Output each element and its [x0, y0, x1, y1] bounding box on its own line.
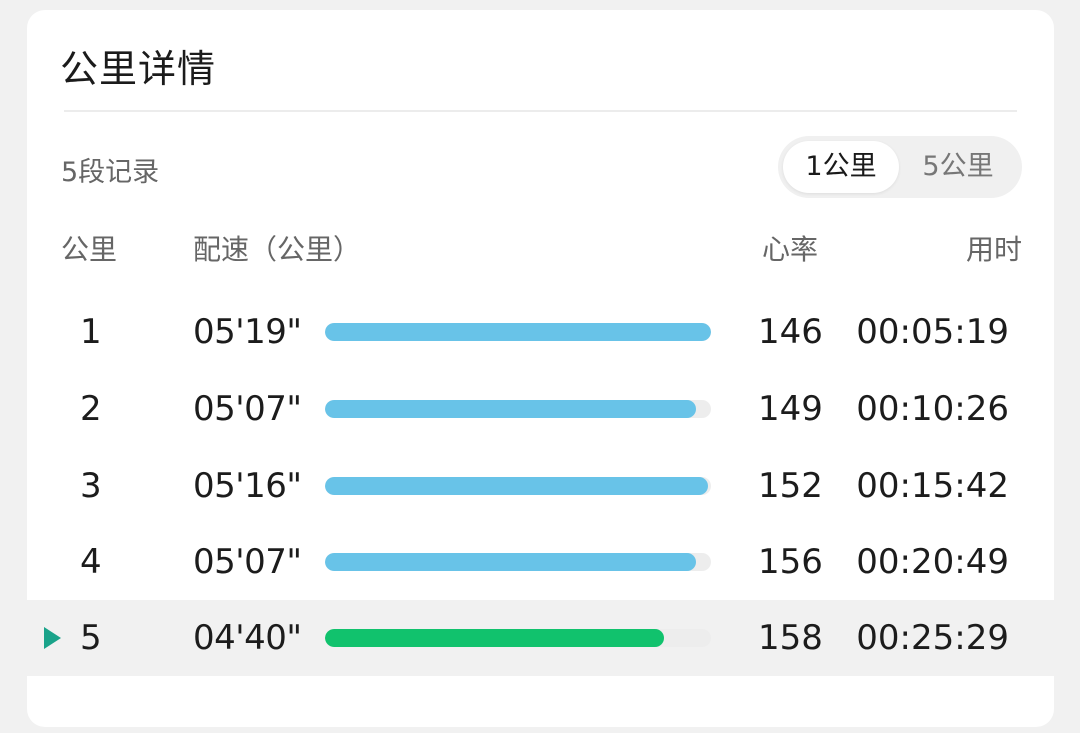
elapsed-time: 00:05:19 — [856, 312, 1009, 352]
play-triangle-icon — [44, 627, 61, 649]
table-row[interactable]: 1 05'19" 146 00:05:19 — [27, 294, 1054, 370]
column-header-km: 公里 — [61, 233, 118, 266]
pace-bar-track — [325, 629, 711, 647]
column-header-time: 用时 — [965, 233, 1022, 266]
pace-bar-track — [325, 400, 711, 418]
heart-rate-value: 152 — [758, 466, 823, 506]
record-count: 5段记录 — [61, 157, 160, 188]
card-title: 公里详情 — [60, 47, 217, 91]
km-number: 4 — [80, 542, 102, 582]
toggle-5km[interactable]: 5公里 — [900, 141, 1016, 193]
table-row[interactable]: 4 05'07" 156 00:20:49 — [27, 524, 1054, 600]
pace-bar-track — [325, 323, 711, 341]
elapsed-time: 00:15:42 — [856, 466, 1009, 506]
pace-bar — [325, 400, 697, 418]
elapsed-time: 00:10:26 — [856, 389, 1009, 429]
pace-value: 04'40" — [193, 618, 302, 658]
km-number: 2 — [80, 389, 102, 429]
pace-bar-track — [325, 477, 711, 495]
distance-toggle: 1公里 5公里 — [778, 136, 1022, 198]
pace-bar — [325, 323, 711, 341]
toggle-1km[interactable]: 1公里 — [783, 141, 899, 193]
pace-bar-track — [325, 553, 711, 571]
pace-value: 05'19" — [193, 312, 302, 352]
pace-value: 05'07" — [193, 542, 302, 582]
heart-rate-value: 158 — [758, 618, 823, 658]
pace-value: 05'07" — [193, 389, 302, 429]
table-row[interactable]: 5 04'40" 158 00:25:29 — [27, 600, 1054, 676]
pace-value: 05'16" — [193, 466, 302, 506]
km-number: 3 — [80, 466, 102, 506]
divider — [64, 110, 1017, 112]
table-row[interactable]: 3 05'16" 152 00:15:42 — [27, 448, 1054, 524]
column-header-heart-rate: 心率 — [762, 233, 819, 266]
column-header-pace: 配速（公里） — [193, 233, 362, 266]
heart-rate-value: 156 — [758, 542, 823, 582]
pace-bar — [325, 477, 708, 495]
pace-bar — [325, 553, 697, 571]
table-row[interactable]: 2 05'07" 149 00:10:26 — [27, 371, 1054, 447]
km-number: 1 — [80, 312, 102, 352]
km-number: 5 — [80, 618, 102, 658]
km-details-card: 公里详情 5段记录 1公里 5公里 公里 配速（公里） 心率 用时 1 05'19… — [27, 10, 1054, 727]
heart-rate-value: 146 — [758, 312, 823, 352]
heart-rate-value: 149 — [758, 389, 823, 429]
elapsed-time: 00:20:49 — [856, 542, 1009, 582]
elapsed-time: 00:25:29 — [856, 618, 1009, 658]
pace-bar — [325, 629, 664, 647]
